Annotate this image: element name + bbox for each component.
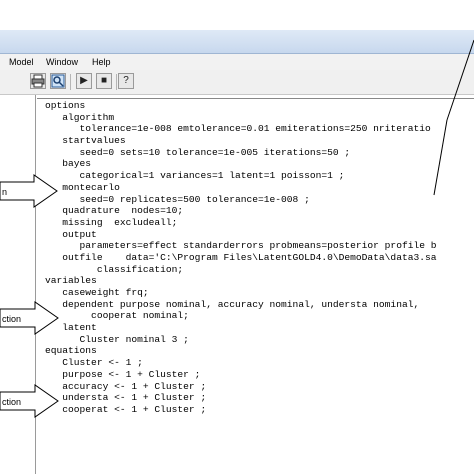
code-line: algorithm: [45, 111, 115, 123]
toolbar-separator: [116, 74, 117, 90]
window-titlebar: [0, 30, 474, 54]
code-line: montecarlo: [45, 181, 120, 193]
menu-model[interactable]: Model: [9, 57, 34, 67]
syntax-code[interactable]: options algorithm tolerance=1e-008 emtol…: [45, 100, 437, 416]
code-line: options: [45, 100, 86, 111]
callout-label: ction: [2, 397, 22, 407]
menu-window[interactable]: Window: [46, 57, 78, 67]
callout-label: n: [2, 187, 8, 197]
stop-icon[interactable]: ■: [96, 73, 112, 89]
code-line: purpose <- 1 + Cluster ;: [45, 368, 201, 380]
play-icon[interactable]: ▶: [76, 73, 92, 89]
search-icon[interactable]: [50, 73, 66, 89]
model-tree-pane[interactable]: [0, 95, 36, 474]
code-line: accuracy <- 1 + Cluster ;: [45, 380, 207, 392]
code-line: Cluster nominal 3 ;: [45, 333, 189, 345]
code-line: quadrature nodes=10;: [45, 205, 184, 217]
help-icon[interactable]: ?: [118, 73, 134, 89]
code-line: tolerance=1e-008 emtolerance=0.01 emiter…: [45, 123, 431, 135]
code-line: parameters=effect standarderrors probmea…: [45, 240, 437, 252]
code-line: outfile data='C:\Program Files\LatentGOL…: [45, 251, 437, 263]
code-line: latent: [45, 322, 97, 334]
menu-bar: Model Window Help: [0, 54, 474, 70]
code-line: output: [45, 228, 97, 240]
code-line: Cluster <- 1 ;: [45, 357, 143, 369]
toolbar: ▶ ■ ?: [0, 70, 474, 95]
code-line: cooperat nominal;: [45, 310, 189, 322]
toolbar-separator: [70, 74, 71, 90]
code-line: cooperat <- 1 + Cluster ;: [45, 403, 207, 415]
menu-help[interactable]: Help: [92, 57, 111, 67]
code-line: seed=0 replicates=500 tolerance=1e-008 ;: [45, 193, 310, 205]
code-line: bayes: [45, 158, 92, 170]
code-line: missing excludeall;: [45, 216, 178, 228]
code-line: variables: [45, 275, 97, 287]
code-line: understa <- 1 + Cluster ;: [45, 392, 207, 404]
print-icon[interactable]: [30, 73, 46, 89]
callout-label: ction: [2, 314, 22, 324]
code-line: seed=0 sets=10 tolerance=1e-005 iteratio…: [45, 146, 351, 158]
editor-top-border: [37, 98, 474, 99]
code-line: startvalues: [45, 135, 126, 147]
code-line: equations: [45, 345, 97, 357]
syntax-editor-window: Model Window Help ▶ ■ ? options algorith…: [0, 30, 474, 474]
code-line: caseweight frq;: [45, 287, 149, 298]
code-line: dependent purpose nominal, accuracy nomi…: [45, 298, 420, 310]
code-line: classification;: [45, 263, 184, 275]
code-line: categorical=1 variances=1 latent=1 poiss…: [45, 170, 345, 182]
